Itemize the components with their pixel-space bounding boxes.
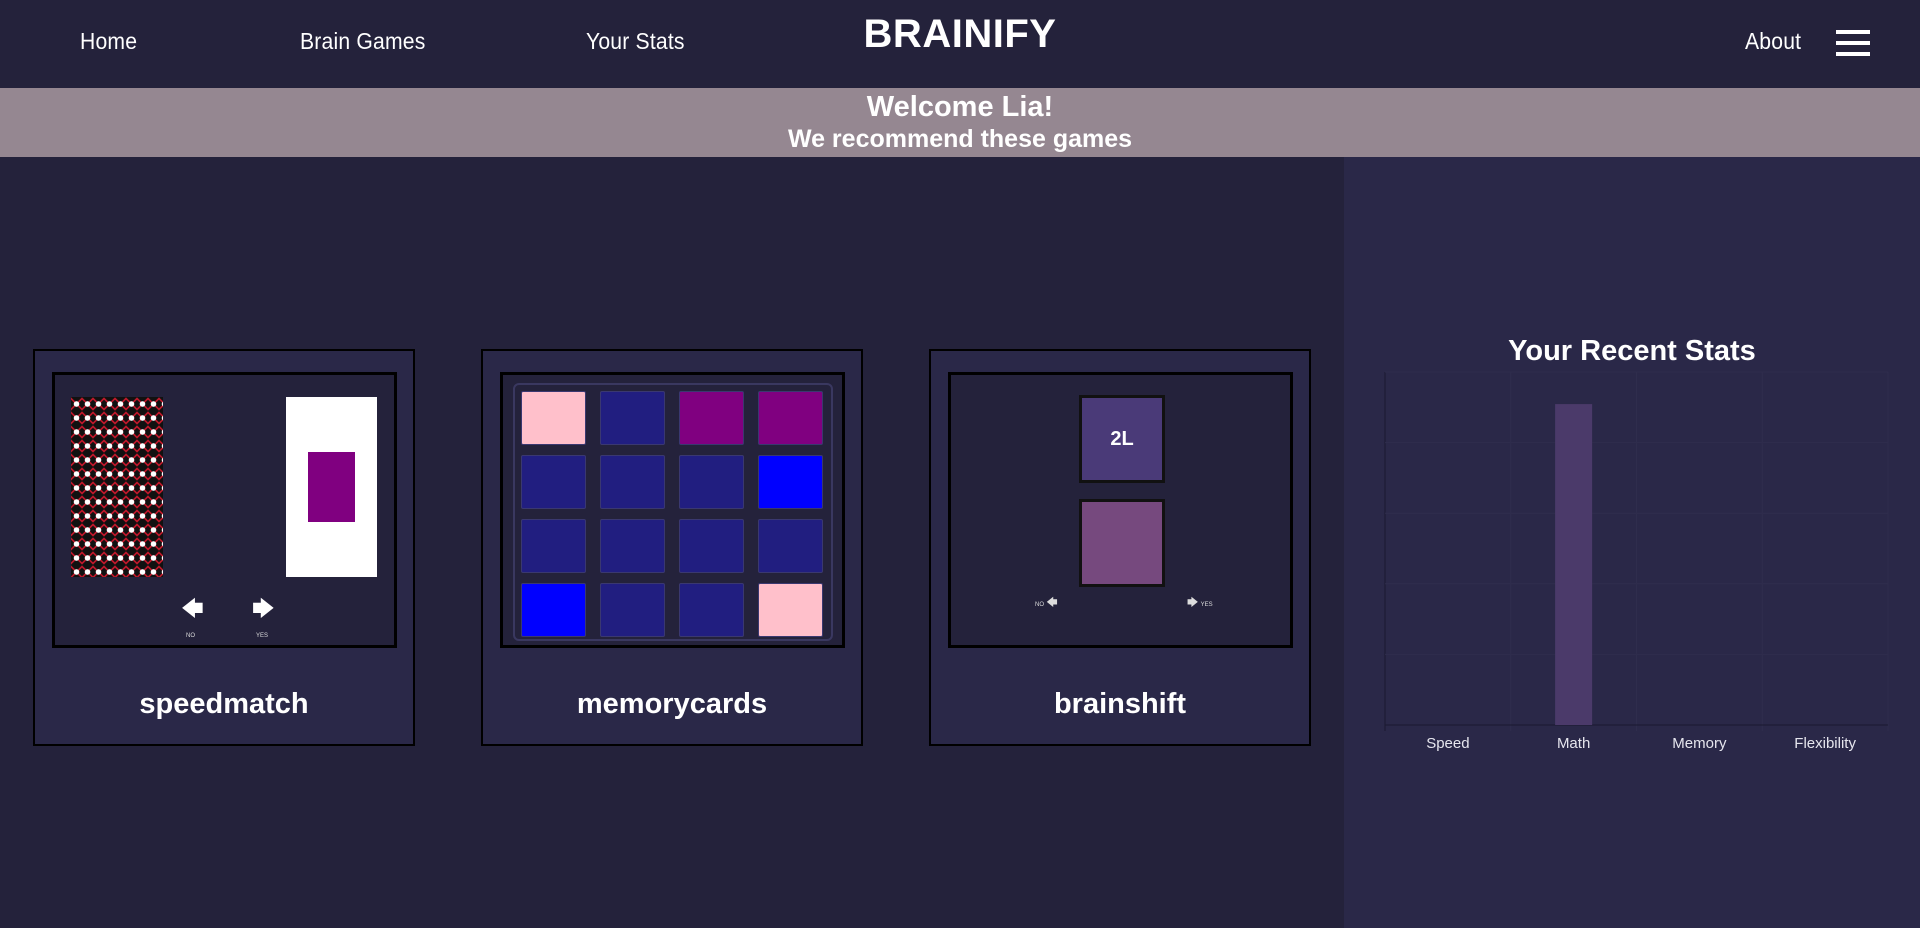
recent-stats-panel: Your Recent Stats Speed Math Memory Flexibi… [1344, 157, 1920, 928]
memory-tile [679, 391, 744, 445]
current-card [286, 397, 377, 577]
nav-home-link[interactable]: Home [80, 28, 137, 55]
brainshift-preview: 2L NO 🡄 🡆 YES [948, 372, 1293, 648]
memory-tile [679, 519, 744, 573]
memorycards-preview [500, 372, 845, 648]
nav-your-stats-link[interactable]: Your Stats [586, 28, 685, 55]
memory-tile [600, 519, 665, 573]
welcome-banner: Welcome Lia! We recommend these games [0, 88, 1920, 157]
yes-label: YES [1200, 602, 1213, 608]
chart-x-tick-label: Math [1557, 735, 1590, 752]
nav-brain-games-link[interactable]: Brain Games [300, 28, 426, 55]
brainshift-number-card: 2L [1079, 395, 1165, 483]
memory-tile [679, 455, 744, 509]
chart-x-tick-label: Flexibility [1794, 735, 1856, 752]
speedmatch-preview: 🡄 🡆 NO YES [52, 372, 397, 648]
brainshift-color-card [1079, 499, 1165, 587]
memory-board [513, 383, 833, 641]
yes-hint: YES [256, 633, 269, 639]
no-label: NO [1035, 602, 1044, 608]
navbar: Home Brain Games Your Stats BRAINIFY Abo… [0, 0, 1920, 88]
stats-bar-chart: Speed Math Memory Flexibility [1384, 371, 1889, 752]
game-title-memorycards: memorycards [576, 688, 768, 720]
yes-arrow-hint: 🡆 YES [1187, 594, 1213, 613]
no-hint: NO [186, 633, 195, 639]
no-arrow-hint: NO 🡄 [1035, 594, 1058, 613]
memory-tile [600, 583, 665, 637]
right-arrow-icon: 🡆 [1187, 597, 1199, 609]
right-arrow-icon: 🡆 [252, 596, 275, 621]
hamburger-menu-icon[interactable] [1836, 30, 1870, 56]
memory-tile [521, 519, 586, 573]
game-title-speedmatch: speedmatch [139, 688, 309, 720]
game-card-speedmatch[interactable]: 🡄 🡆 NO YES speedmatch [33, 349, 415, 746]
welcome-heading: Welcome Lia! [866, 91, 1054, 123]
memory-tile [758, 391, 823, 445]
memory-tile [521, 391, 586, 445]
recommend-subheading: We recommend these games [787, 125, 1133, 153]
game-card-memorycards[interactable]: memorycards [481, 349, 863, 746]
memory-tile [758, 583, 823, 637]
game-card-brainshift[interactable]: 2L NO 🡄 🡆 YES brainshift [929, 349, 1311, 746]
memory-tile [600, 391, 665, 445]
left-arrow-icon: 🡄 [1046, 597, 1058, 609]
memory-tile [600, 455, 665, 509]
chart-bar-math [1555, 404, 1593, 725]
memory-tile [521, 455, 586, 509]
memory-tile [521, 583, 586, 637]
left-arrow-icon: 🡄 [181, 596, 204, 621]
memory-tile [758, 455, 823, 509]
chart-x-tick-label: Speed [1426, 735, 1469, 752]
nav-about-link[interactable]: About [1745, 28, 1801, 55]
memory-tile [679, 583, 744, 637]
brand-logo: BRAINIFY [863, 12, 1057, 56]
game-title-brainshift: brainshift [1053, 688, 1187, 720]
card-deck-image [71, 397, 163, 577]
chart-x-tick-label: Memory [1672, 735, 1727, 752]
memory-tile [758, 519, 823, 573]
card-shape [308, 452, 355, 522]
